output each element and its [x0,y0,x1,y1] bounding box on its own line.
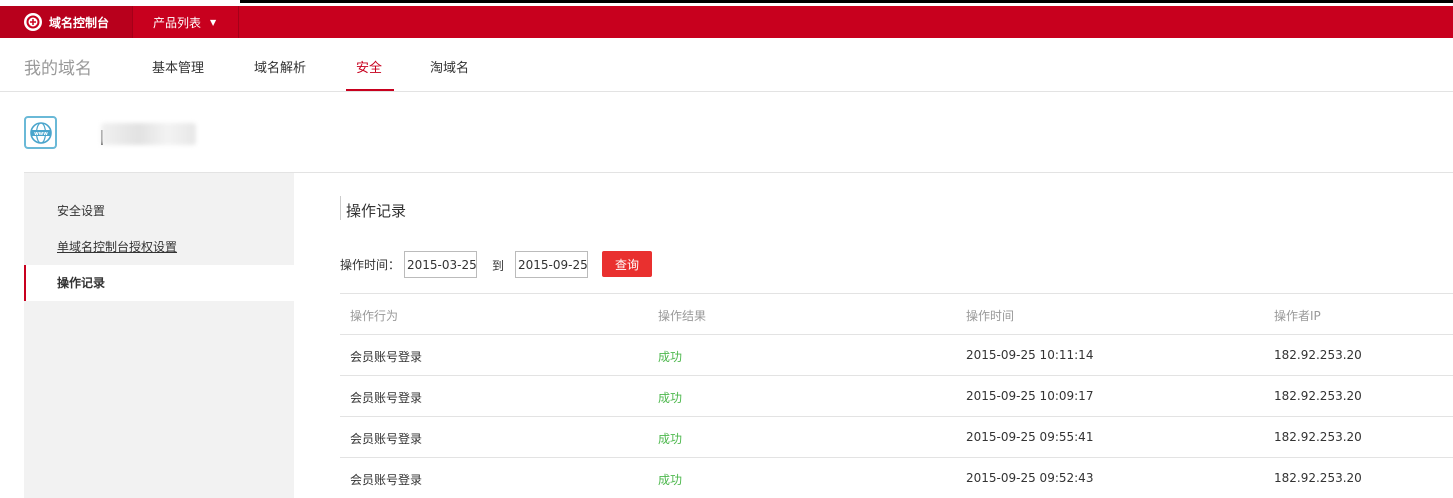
date-range-separator: 到 [492,259,505,273]
brand-home-link[interactable]: 域名控制台 [0,6,133,38]
cell-time: 2015-09-25 10:09:17 [966,389,1094,403]
cell-result: 成功 [658,473,683,487]
section-title-bar [340,196,341,220]
cell-action: 会员账号登录 [350,473,423,487]
cell-time: 2015-09-25 09:55:41 [966,430,1094,444]
table-row: 会员账号登录 成功 2015-09-25 09:55:41 182.92.253… [340,416,1453,457]
cell-result: 成功 [658,391,683,405]
product-list-label: 产品列表 [153,15,202,30]
end-date-input[interactable] [515,251,588,278]
column-header-action: 操作行为 [350,309,399,323]
query-button[interactable]: 查询 [602,251,652,277]
cell-action: 会员账号登录 [350,432,423,446]
sidebar: 安全设置 单域名控制台授权设置 操作记录 [24,173,294,498]
table-row: 会员账号登录 成功 2015-09-25 09:52:43 182.92.253… [340,457,1453,498]
cell-ip: 182.92.253.20 [1274,348,1362,362]
svg-text:www: www [34,131,48,137]
column-header-ip: 操作者IP [1274,309,1321,323]
cell-time: 2015-09-25 10:11:14 [966,348,1094,362]
start-date-input[interactable] [404,251,477,278]
active-tab-indicator [346,89,394,91]
cell-action: 会员账号登录 [350,391,423,405]
column-header-time: 操作时间 [966,309,1015,323]
cell-action: 会员账号登录 [350,350,423,364]
table-header-row: 操作行为 操作结果 操作时间 操作者IP [340,293,1453,334]
www-globe-icon: www [24,116,57,149]
tab-dns-resolution[interactable]: 域名解析 [254,57,306,76]
sidebar-item-operation-log[interactable]: 操作记录 [24,265,294,301]
cloud-logo-icon [24,13,42,31]
tab-tao-domain[interactable]: 淘域名 [430,57,469,76]
domain-name-redacted [101,123,196,145]
chevron-down-icon: ▼ [210,17,217,27]
tab-security[interactable]: 安全 [356,57,382,76]
top-dark-line [240,0,1453,3]
sidebar-item-security-settings[interactable]: 安全设置 [24,193,294,229]
tab-basic-management[interactable]: 基本管理 [152,57,204,76]
sidebar-item-console-authorization[interactable]: 单域名控制台授权设置 [24,229,294,265]
product-list-dropdown[interactable]: 产品列表 ▼ [133,6,239,38]
page-title: 我的域名 [24,59,92,79]
cell-ip: 182.92.253.20 [1274,389,1362,403]
table-row: 会员账号登录 成功 2015-09-25 10:11:14 182.92.253… [340,334,1453,375]
brand-title: 域名控制台 [49,15,110,30]
cell-result: 成功 [658,432,683,446]
cell-time: 2015-09-25 09:52:43 [966,471,1094,485]
column-header-result: 操作结果 [658,309,707,323]
main-nav: 我的域名 基本管理 域名解析 安全 淘域名 [0,38,1453,92]
section-title: 操作记录 [346,202,407,220]
cell-ip: 182.92.253.20 [1274,471,1362,485]
topbar: 域名控制台 产品列表 ▼ [0,6,1453,38]
operation-log-table: 操作行为 操作结果 操作时间 操作者IP 会员账号登录 成功 2015-09-2… [340,293,1453,498]
table-row: 会员账号登录 成功 2015-09-25 10:09:17 182.92.253… [340,375,1453,416]
cell-result: 成功 [658,350,683,364]
cell-ip: 182.92.253.20 [1274,430,1362,444]
filter-time-label: 操作时间： [340,258,401,272]
